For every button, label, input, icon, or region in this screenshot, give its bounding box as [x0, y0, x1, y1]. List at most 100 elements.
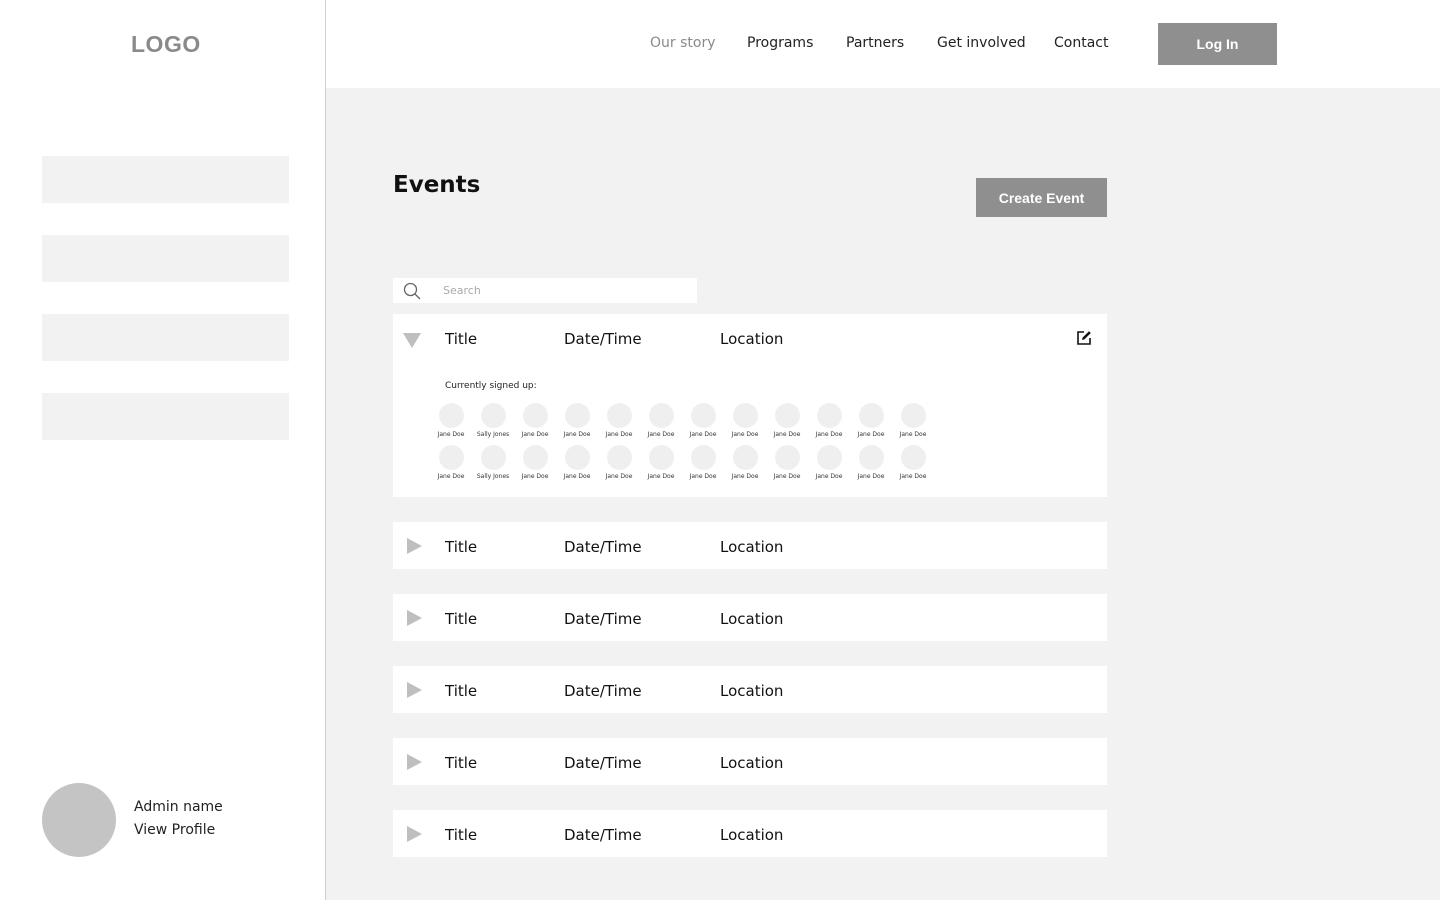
attendee-avatar: [774, 403, 800, 428]
attendee[interactable]: Jane Doe: [683, 445, 723, 480]
event-title: Title: [445, 330, 478, 348]
attendee-name: Jane Doe: [647, 431, 675, 438]
attendee[interactable]: Sally Jones: [473, 403, 513, 438]
attendee[interactable]: Jane Doe: [893, 445, 933, 480]
attendee[interactable]: Jane Doe: [599, 445, 639, 480]
triangle-right-icon[interactable]: [407, 754, 422, 770]
attendee-name: Jane Doe: [773, 473, 801, 480]
attendee-avatar: [816, 403, 842, 428]
attendee[interactable]: Jane Doe: [557, 403, 597, 438]
attendee-avatar: [564, 403, 590, 428]
attendee-name: Jane Doe: [689, 431, 717, 438]
attendee[interactable]: Jane Doe: [515, 403, 555, 438]
event-location: Location: [720, 330, 784, 348]
sidebar-item-3[interactable]: [42, 314, 289, 361]
event-title: Title: [445, 610, 478, 628]
attendee[interactable]: Jane Doe: [641, 403, 681, 438]
attendee-avatar: [438, 445, 464, 470]
triangle-right-icon[interactable]: [407, 538, 422, 554]
attendee-name: Jane Doe: [731, 473, 759, 480]
event-title: Title: [445, 682, 478, 700]
attendee-name: Jane Doe: [521, 473, 549, 480]
attendee-avatar: [606, 403, 632, 428]
sidebar-item-4[interactable]: [42, 393, 289, 440]
logo[interactable]: LOGO: [131, 31, 201, 58]
signed-up-label: Currently signed up:: [445, 381, 537, 391]
attendee[interactable]: Jane Doe: [557, 445, 597, 480]
attendee[interactable]: Jane Doe: [725, 445, 765, 480]
attendee[interactable]: Jane Doe: [725, 403, 765, 438]
attendee-name: Jane Doe: [563, 473, 591, 480]
sidebar-item-1[interactable]: [42, 156, 289, 203]
nav-link-programs[interactable]: Programs: [747, 35, 813, 51]
attendee[interactable]: Jane Doe: [683, 403, 723, 438]
login-button[interactable]: Log In: [1158, 23, 1277, 65]
attendee-avatar: [858, 445, 884, 470]
nav-link-our-story[interactable]: Our story: [650, 35, 716, 51]
nav-link-contact[interactable]: Contact: [1054, 35, 1108, 51]
search-icon: [403, 282, 421, 300]
attendee-avatar: [816, 445, 842, 470]
sidebar-item-2[interactable]: [42, 235, 289, 282]
attendee-name: Jane Doe: [605, 473, 633, 480]
attendee-avatar: [648, 445, 674, 470]
view-profile-link[interactable]: View Profile: [134, 822, 215, 838]
attendee-avatar: [900, 445, 926, 470]
event-row: Title Date/Time Location: [393, 738, 1107, 785]
attendee[interactable]: Jane Doe: [809, 445, 849, 480]
admin-avatar[interactable]: [42, 783, 116, 857]
triangle-down-icon[interactable]: [403, 333, 421, 348]
attendee-avatar: [648, 403, 674, 428]
attendee[interactable]: Jane Doe: [431, 445, 471, 480]
sidebar: LOGO Admin name View Profile: [0, 0, 326, 900]
attendee[interactable]: Jane Doe: [515, 445, 555, 480]
attendee-name: Jane Doe: [815, 473, 843, 480]
attendee-avatar: [522, 445, 548, 470]
event-location: Location: [720, 754, 784, 772]
attendee-name: Jane Doe: [647, 473, 675, 480]
triangle-right-icon[interactable]: [407, 826, 422, 842]
event-datetime: Date/Time: [564, 826, 642, 844]
attendee-name: Jane Doe: [899, 473, 927, 480]
nav-link-get-involved[interactable]: Get involved: [937, 35, 1026, 51]
nav-link-partners[interactable]: Partners: [846, 35, 904, 51]
event-row: Title Date/Time Location: [393, 810, 1107, 857]
admin-name: Admin name: [134, 799, 223, 815]
event-location: Location: [720, 610, 784, 628]
attendee-name: Sally Jones: [476, 431, 510, 438]
attendee-name: Jane Doe: [899, 431, 927, 438]
attendee-avatar: [438, 403, 464, 428]
attendee[interactable]: Jane Doe: [641, 445, 681, 480]
attendee[interactable]: Jane Doe: [767, 403, 807, 438]
search-bar: [393, 278, 697, 303]
attendee-avatar: [732, 445, 758, 470]
attendee[interactable]: Jane Doe: [431, 403, 471, 438]
triangle-right-icon[interactable]: [407, 610, 422, 626]
event-row-expanded: Title Date/Time Location Currently signe…: [393, 314, 1107, 497]
attendee-name: Jane Doe: [437, 431, 465, 438]
attendee[interactable]: Jane Doe: [809, 403, 849, 438]
event-row: Title Date/Time Location: [393, 594, 1107, 641]
attendee-avatar: [522, 403, 548, 428]
event-datetime: Date/Time: [564, 538, 642, 556]
attendee[interactable]: Jane Doe: [893, 403, 933, 438]
attendee-avatar: [690, 445, 716, 470]
attendee-avatar: [480, 445, 506, 470]
triangle-right-icon[interactable]: [407, 682, 422, 698]
event-row: Title Date/Time Location: [393, 522, 1107, 569]
attendee[interactable]: Sally Jones: [473, 445, 513, 480]
event-location: Location: [720, 682, 784, 700]
attendee[interactable]: Jane Doe: [767, 445, 807, 480]
event-datetime: Date/Time: [564, 754, 642, 772]
attendee[interactable]: Jane Doe: [599, 403, 639, 438]
search-input[interactable]: [443, 278, 683, 303]
attendee[interactable]: Jane Doe: [851, 445, 891, 480]
attendee[interactable]: Jane Doe: [851, 403, 891, 438]
edit-icon[interactable]: [1075, 329, 1093, 347]
attendee-name: Jane Doe: [437, 473, 465, 480]
create-event-button[interactable]: Create Event: [976, 178, 1107, 217]
attendee-name: Jane Doe: [857, 473, 885, 480]
event-location: Location: [720, 826, 784, 844]
event-datetime: Date/Time: [564, 330, 642, 348]
attendee-avatar: [690, 403, 716, 428]
